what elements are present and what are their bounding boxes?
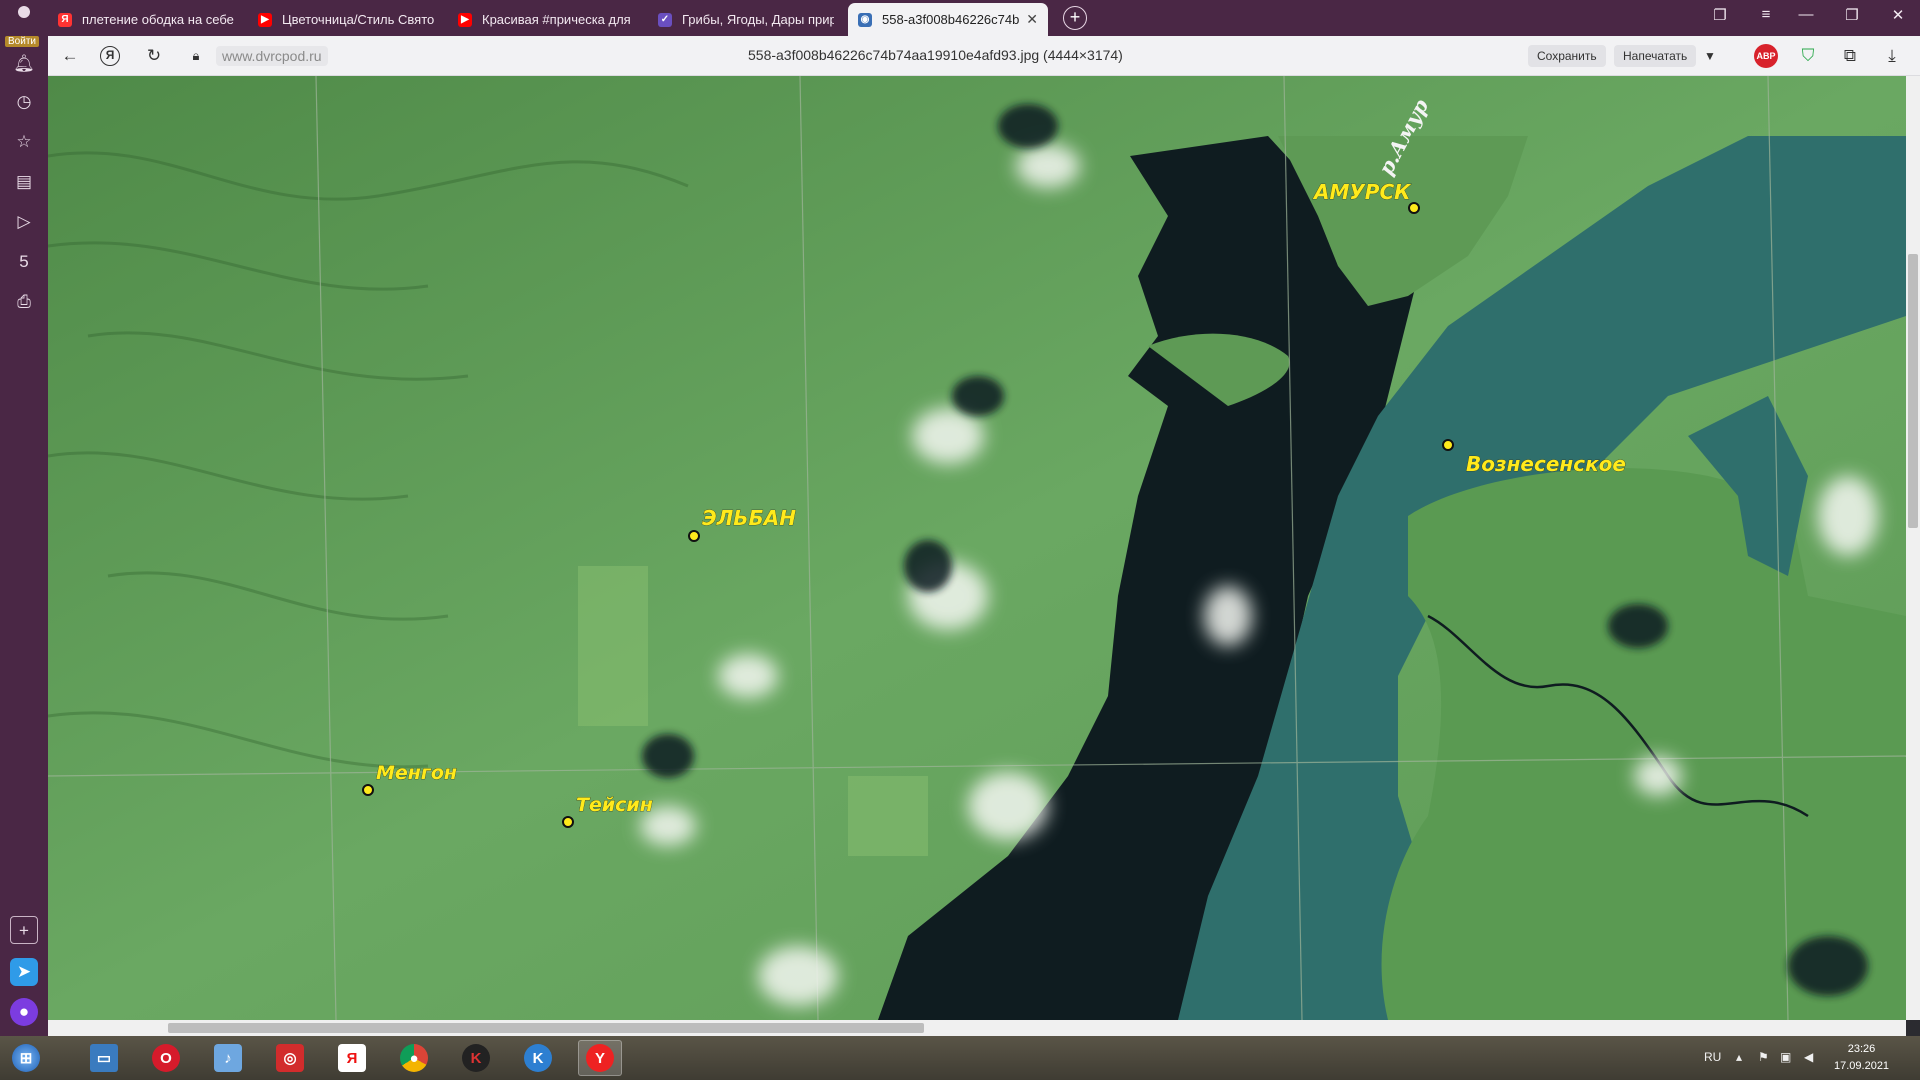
speaker-icon: ♪: [214, 1044, 242, 1072]
shield-icon[interactable]: ⛉: [1796, 44, 1820, 68]
volume-icon[interactable]: ◀: [1804, 1050, 1813, 1064]
elban-marker: [688, 530, 700, 542]
camera-app-icon: ◎: [276, 1044, 304, 1072]
language-indicator[interactable]: RU: [1704, 1050, 1721, 1064]
vertical-scroll-thumb[interactable]: [1908, 254, 1918, 528]
extensions-icon[interactable]: ⧉: [1838, 44, 1862, 68]
monitor-icon: ▭: [90, 1044, 118, 1072]
add-panel-button[interactable]: +: [10, 916, 38, 944]
network-icon[interactable]: ▣: [1780, 1050, 1791, 1064]
chrome-icon: ●: [400, 1044, 428, 1072]
tray-up-arrow-icon[interactable]: ▴: [1736, 1050, 1742, 1064]
taskbar-app-audio[interactable]: ♪: [206, 1040, 250, 1076]
taskbar-app-k[interactable]: K: [454, 1040, 498, 1076]
restore-button[interactable]: ❐: [1838, 6, 1866, 24]
profile-avatar[interactable]: [6, 4, 42, 32]
tab-1[interactable]: Я плетение ободка на себе: [48, 3, 244, 36]
menu-icon[interactable]: ≡: [1752, 6, 1780, 23]
star-icon[interactable]: ☆: [10, 128, 38, 156]
image-icon: ◉: [858, 12, 872, 27]
lock-icon[interactable]: 🔒︎: [184, 44, 208, 68]
amursk-marker: [1408, 202, 1420, 214]
k2-app-icon: K: [524, 1044, 552, 1072]
media-icon[interactable]: ▷: [10, 208, 38, 236]
satellite-map-image: АМУРСК р.Амур Вознесенское ЭЛЬБАН Менгон…: [48, 76, 1906, 1020]
yandex-icon: Я: [58, 12, 72, 27]
label-elban: ЭЛЬБАН: [702, 506, 796, 530]
tab-4[interactable]: ✓ Грибы, Ягоды, Дары прир: [648, 3, 844, 36]
yandex-browser-icon: Y: [586, 1044, 614, 1072]
tab-list-icon[interactable]: ❐: [1706, 6, 1734, 24]
back-icon[interactable]: ←: [58, 44, 82, 68]
windows-taskbar: ⊞ ▭ O ♪ ◎ Я ● K K Y RU ▴ ⚑ ▣ ◀ 23:26 17.…: [0, 1036, 1920, 1080]
url-text[interactable]: www.dvrcpod.ru: [216, 46, 328, 66]
clock-date: 17.09.2021: [1834, 1060, 1890, 1072]
tab-label: Красивая #прическа для: [482, 12, 631, 27]
taskbar-app-chrome[interactable]: ●: [392, 1040, 436, 1076]
messenger-icon[interactable]: ➤: [10, 958, 38, 986]
close-window-button[interactable]: ✕: [1884, 6, 1912, 24]
opera-icon: O: [152, 1044, 180, 1072]
minimize-button[interactable]: —: [1792, 6, 1820, 23]
label-teysin: Тейсин: [576, 794, 653, 816]
address-bar: ← Я ↻ 🔒︎ www.dvrcpod.ru 558-a3f008b46226…: [48, 36, 1920, 76]
taskbar-app-yandex-browser[interactable]: Y: [578, 1040, 622, 1076]
login-button[interactable]: Войти: [5, 36, 39, 47]
clock[interactable]: 23:26 17.09.2021: [1834, 1041, 1889, 1075]
windows-logo-icon: ⊞: [12, 1044, 40, 1072]
tab-label: 558-a3f008b46226c74b: [882, 12, 1020, 27]
taskbar-app-opera[interactable]: O: [144, 1040, 188, 1076]
taskbar-app-yandex[interactable]: Я: [330, 1040, 374, 1076]
camera-icon[interactable]: ⎙: [10, 288, 38, 316]
yandex-app-icon: Я: [338, 1044, 366, 1072]
label-voznesenskoe: Вознесенское: [1466, 452, 1626, 476]
tab-label: Грибы, Ягоды, Дары прир: [682, 12, 834, 27]
chevron-down-icon[interactable]: ▼: [1698, 44, 1722, 68]
label-mengon: Менгон: [376, 762, 457, 784]
tab-2[interactable]: ▶ Цветочница/Стиль Свято: [248, 3, 444, 36]
tab-label: плетение ободка на себе: [82, 12, 234, 27]
alice-icon[interactable]: ●: [10, 998, 38, 1026]
history-icon[interactable]: ◷: [10, 88, 38, 116]
yandex-home-icon[interactable]: Я: [100, 46, 120, 66]
youtube-icon: ▶: [258, 12, 272, 27]
print-button[interactable]: Напечатать: [1614, 45, 1697, 67]
voznesenskoe-marker: [1442, 439, 1454, 451]
label-amursk: АМУРСК: [1312, 180, 1412, 204]
new-tab-button[interactable]: +: [1063, 6, 1087, 30]
reload-icon[interactable]: ↻: [142, 44, 166, 68]
tab-label: Цветочница/Стиль Свято: [282, 12, 434, 27]
vertical-scrollbar[interactable]: [1906, 76, 1920, 1020]
youtube-icon: ▶: [458, 12, 472, 27]
collections-icon[interactable]: ▤: [10, 168, 38, 196]
taskbar-app-desktop[interactable]: ▭: [82, 1040, 126, 1076]
horizontal-scroll-thumb[interactable]: [168, 1023, 924, 1033]
teysin-marker: [562, 816, 574, 828]
close-tab-icon[interactable]: ✕: [1020, 11, 1038, 28]
adblock-icon[interactable]: ABP: [1754, 44, 1778, 68]
k-app-icon: K: [462, 1044, 490, 1072]
site-icon: ✓: [658, 12, 672, 27]
sidebar: Войти 🔔︎ ◷ ☆ ▤ ▷ 5 ⎙ + ➤ ●: [0, 36, 48, 1036]
taskbar-app-k2[interactable]: K: [516, 1040, 560, 1076]
bell-icon[interactable]: 🔔︎: [10, 50, 38, 78]
download-icon[interactable]: ⤓: [1880, 44, 1904, 68]
mengon-marker: [362, 784, 374, 796]
taskbar-app-camera[interactable]: ◎: [268, 1040, 312, 1076]
start-button[interactable]: ⊞: [4, 1040, 48, 1076]
clock-time: 23:26: [1847, 1043, 1876, 1055]
flag-icon[interactable]: ⚑: [1758, 1050, 1769, 1064]
save-button[interactable]: Сохранить: [1528, 45, 1606, 67]
tab-strip: Я плетение ободка на себе ▶ Цветочница/С…: [0, 0, 1920, 36]
zen-icon[interactable]: 5: [10, 248, 38, 276]
page-title: 558-a3f008b46226c74b74aa19910e4afd93.jpg…: [748, 47, 1123, 63]
tab-3[interactable]: ▶ Красивая #прическа для: [448, 3, 644, 36]
tab-5-active[interactable]: ◉ 558-a3f008b46226c74b ✕: [848, 3, 1048, 36]
